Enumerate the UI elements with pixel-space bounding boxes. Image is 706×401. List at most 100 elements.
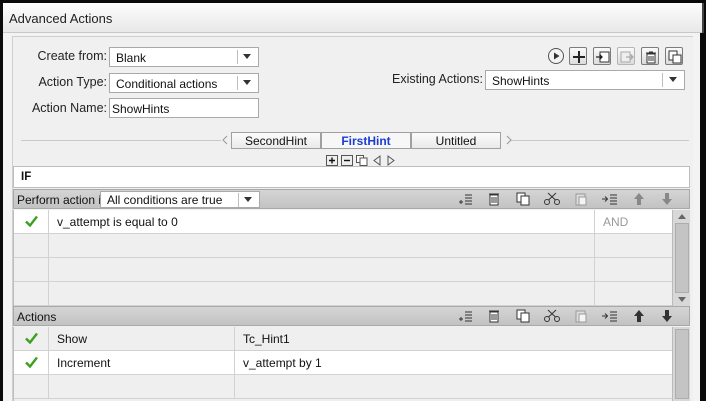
- tab-label: Untitled: [435, 134, 477, 148]
- tab-scroll-right-icon[interactable]: [503, 134, 515, 145]
- remove-decision-icon[interactable]: [341, 155, 353, 166]
- check-cell[interactable]: [14, 327, 49, 351]
- actions-toolbar: Actions: [13, 306, 690, 326]
- condition-operator[interactable]: [595, 234, 673, 258]
- move-up-icon[interactable]: [630, 308, 648, 324]
- select-divider: [237, 50, 238, 64]
- tab-label: FirstHint: [341, 134, 391, 148]
- copy-icon[interactable]: [514, 191, 532, 207]
- duplicate-icon[interactable]: [665, 47, 683, 65]
- check-cell[interactable]: [14, 234, 49, 258]
- cut-icon[interactable]: [543, 191, 561, 207]
- table-row[interactable]: [14, 282, 673, 306]
- tab-divider-right: [511, 140, 689, 141]
- insert-below-icon[interactable]: [601, 308, 619, 324]
- action-name-cell[interactable]: Increment: [49, 351, 235, 375]
- insert-row-icon[interactable]: [457, 191, 475, 207]
- chevron-down-icon: [243, 54, 251, 59]
- check-cell[interactable]: [14, 375, 49, 399]
- condition-operator[interactable]: [595, 282, 673, 306]
- select-divider: [662, 73, 663, 87]
- condition-operator[interactable]: AND: [595, 210, 673, 234]
- if-label: IF: [21, 171, 32, 183]
- table-row[interactable]: [14, 234, 673, 258]
- condition-expression[interactable]: [49, 258, 595, 282]
- table-row[interactable]: [14, 375, 673, 399]
- table-row[interactable]: v_attempt is equal to 0 AND: [14, 210, 673, 234]
- add-decision-icon[interactable]: [326, 155, 338, 166]
- preview-icon[interactable]: [547, 47, 565, 64]
- import-icon[interactable]: [593, 47, 611, 65]
- move-down-icon[interactable]: [658, 191, 676, 207]
- trash-icon[interactable]: [485, 191, 503, 207]
- chevron-down-icon: [669, 77, 677, 82]
- insert-row-icon[interactable]: [457, 308, 475, 324]
- trash-icon[interactable]: [485, 308, 503, 324]
- table-row[interactable]: [14, 258, 673, 282]
- tab-scroll-left-icon[interactable]: [219, 134, 231, 145]
- move-up-icon[interactable]: [630, 191, 648, 207]
- scroll-thumb[interactable]: [675, 329, 689, 399]
- chevron-down-icon: [244, 197, 252, 202]
- checkmark-icon: [25, 356, 38, 368]
- tab-untitled[interactable]: Untitled: [411, 132, 501, 149]
- tab-divider-left: [21, 140, 221, 141]
- create-from-label: Create from:: [37, 49, 107, 63]
- condition-expression[interactable]: [49, 234, 595, 258]
- tab-secondhint[interactable]: SecondHint: [231, 132, 321, 149]
- checkmark-icon: [25, 215, 38, 227]
- action-type-label: Action Type:: [38, 75, 107, 89]
- paste-icon[interactable]: [572, 191, 590, 207]
- perform-action-label: Perform action if:: [17, 193, 108, 207]
- action-target-cell[interactable]: Tc_Hint1: [235, 327, 673, 351]
- action-name-label: Action Name:: [31, 101, 107, 115]
- check-cell[interactable]: [14, 351, 49, 375]
- actions-grid: Show Tc_Hint1 Increment v_attempt by 1: [13, 327, 673, 401]
- trash-icon[interactable]: [641, 47, 659, 65]
- existing-actions-select[interactable]: ShowHints: [485, 70, 685, 90]
- action-name-cell[interactable]: Show: [49, 327, 235, 351]
- actions-label: Actions: [17, 310, 57, 324]
- condition-operator[interactable]: [595, 258, 673, 282]
- conditions-scrollbar[interactable]: [672, 210, 690, 307]
- cut-icon[interactable]: [543, 308, 561, 324]
- duplicate-decision-icon[interactable]: [356, 155, 368, 166]
- check-cell[interactable]: [14, 210, 49, 234]
- action-type-select[interactable]: Conditional actions: [109, 73, 259, 93]
- advanced-actions-window: Advanced Actions Create from: Blank Acti…: [0, 0, 706, 401]
- action-name-cell[interactable]: [49, 375, 235, 399]
- title-bar[interactable]: Advanced Actions: [3, 3, 704, 33]
- condition-expression[interactable]: [49, 282, 595, 306]
- move-decision-left-icon[interactable]: [371, 155, 383, 166]
- tab-firsthint[interactable]: FirstHint: [321, 132, 411, 149]
- action-target-cell[interactable]: v_attempt by 1: [235, 351, 673, 375]
- scroll-down-icon[interactable]: [678, 297, 686, 302]
- move-down-icon[interactable]: [658, 308, 676, 324]
- existing-actions-value: ShowHints: [492, 74, 550, 88]
- action-target-cell[interactable]: [235, 375, 673, 399]
- table-row[interactable]: Show Tc_Hint1: [14, 327, 673, 351]
- check-cell[interactable]: [14, 258, 49, 282]
- create-from-select[interactable]: Blank: [109, 47, 259, 67]
- scroll-thumb[interactable]: [675, 223, 689, 293]
- window-title: Advanced Actions: [9, 11, 113, 26]
- copy-icon[interactable]: [514, 308, 532, 324]
- action-name-value: ShowHints: [112, 102, 170, 116]
- condition-expression[interactable]: v_attempt is equal to 0: [49, 210, 595, 234]
- create-from-value: Blank: [116, 51, 147, 65]
- export-icon[interactable]: [617, 47, 635, 65]
- add-icon[interactable]: [569, 47, 587, 65]
- chevron-down-icon: [243, 80, 251, 85]
- insert-below-icon[interactable]: [601, 191, 619, 207]
- checkmark-icon: [25, 332, 38, 344]
- scroll-up-icon[interactable]: [678, 214, 686, 219]
- check-cell[interactable]: [14, 282, 49, 306]
- select-divider: [238, 193, 239, 207]
- move-decision-right-icon[interactable]: [385, 155, 397, 166]
- table-row[interactable]: Increment v_attempt by 1: [14, 351, 673, 375]
- paste-icon[interactable]: [572, 308, 590, 324]
- condition-mode-value: All conditions are true: [107, 193, 223, 207]
- actions-scrollbar[interactable]: [672, 327, 690, 401]
- condition-mode-select[interactable]: All conditions are true: [100, 191, 260, 208]
- action-name-input[interactable]: ShowHints: [109, 98, 259, 118]
